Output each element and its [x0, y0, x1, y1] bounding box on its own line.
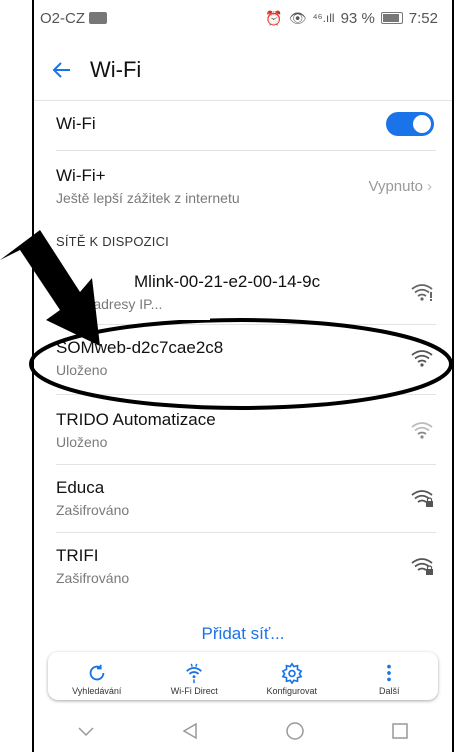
battery-icon	[380, 12, 403, 24]
more-button[interactable]: Další	[344, 652, 434, 700]
add-network-button[interactable]: Přidat síť...	[34, 624, 452, 644]
network-item[interactable]: Educa Zašifrováno	[56, 478, 436, 518]
more-icon	[387, 664, 392, 682]
wifi-lock-icon	[411, 490, 433, 507]
eye-icon: 👁	[288, 9, 307, 26]
network-name: Educa	[56, 478, 105, 497]
network-item[interactable]: SOMweb-d2c7cae2c8 Uloženo	[56, 338, 436, 378]
wifi-weak-icon	[411, 422, 433, 439]
wifi-warning-icon	[411, 284, 433, 301]
network-item[interactable]: Mlink-00-21-e2-00-14-9c ání adresy IP...	[56, 272, 436, 312]
nav-back-icon[interactable]	[181, 722, 199, 740]
network-status: Zašifrováno	[56, 570, 130, 586]
message-icon	[89, 12, 107, 24]
scan-label: Vyhledávání	[72, 686, 122, 696]
alarm-icon: ⏰	[265, 9, 283, 26]
network-item[interactable]: TRIFI Zašifrováno	[56, 546, 436, 586]
back-arrow-icon	[52, 62, 70, 78]
network-name: TRIFI	[56, 546, 99, 565]
network-status: Zašifrováno	[56, 502, 130, 518]
more-label: Další	[378, 686, 400, 696]
wifi-lock-icon	[411, 558, 433, 575]
wifi-switch[interactable]	[386, 112, 434, 136]
configure-button[interactable]: Konfigurovat	[247, 652, 337, 700]
wifi-toggle-label: Wi-Fi	[56, 114, 96, 133]
configure-label: Konfigurovat	[266, 686, 318, 696]
divider	[56, 324, 436, 325]
navigation-bar	[34, 710, 452, 752]
refresh-icon	[89, 664, 105, 681]
nav-home-icon[interactable]	[285, 721, 305, 741]
bottom-toolbar: Vyhledávání Wi-Fi Direct Konfigurovat Da…	[48, 652, 438, 700]
app-bar: Wi-Fi	[34, 48, 452, 92]
phone-frame: O2-CZ ⏰ 👁 ⁴⁶.ıll 93 % 7:52 Wi-Fi Wi-Fi W…	[32, 0, 454, 752]
signal-label: ⁴⁶.ıll	[312, 11, 335, 25]
divider	[56, 150, 436, 151]
chevron-right-icon: ›	[427, 178, 432, 195]
battery-label: 93 %	[340, 9, 375, 27]
divider	[56, 532, 436, 533]
network-name: Mlink-00-21-e2-00-14-9c	[134, 272, 321, 291]
wifi-direct-icon	[186, 663, 203, 684]
wifi-toggle-row[interactable]: Wi-Fi	[56, 114, 436, 134]
wifi-direct-button[interactable]: Wi-Fi Direct	[149, 652, 239, 700]
divider	[34, 100, 452, 101]
network-name: TRIDO Automatizace	[56, 410, 216, 429]
divider	[56, 394, 436, 395]
network-item[interactable]: TRIDO Automatizace Uloženo	[56, 410, 436, 450]
section-title: SÍTĚ K DISPOZICI	[56, 234, 169, 249]
wifi-direct-label: Wi-Fi Direct	[170, 686, 218, 696]
nav-recents-icon[interactable]	[391, 722, 409, 740]
back-button[interactable]	[40, 48, 84, 92]
divider	[56, 464, 436, 465]
page-title: Wi-Fi	[90, 57, 142, 82]
scan-button[interactable]: Vyhledávání	[52, 652, 142, 700]
wifi-plus-value-label: Vypnuto	[368, 178, 424, 195]
carrier-label: O2-CZ	[40, 9, 85, 27]
network-status: Uloženo	[56, 434, 108, 450]
gear-icon	[281, 662, 303, 684]
network-status: Uloženo	[56, 362, 108, 378]
status-bar: O2-CZ ⏰ 👁 ⁴⁶.ıll 93 % 7:52	[34, 0, 452, 36]
wifi-icon	[411, 350, 433, 367]
switch-knob	[413, 115, 431, 133]
network-status: ání adresy IP...	[70, 296, 163, 312]
wifi-plus-value[interactable]: Vypnuto ›	[369, 178, 433, 195]
chevron-down-icon[interactable]	[77, 725, 95, 737]
network-name: SOMweb-d2c7cae2c8	[56, 338, 224, 357]
clock: 7:52	[408, 9, 438, 27]
